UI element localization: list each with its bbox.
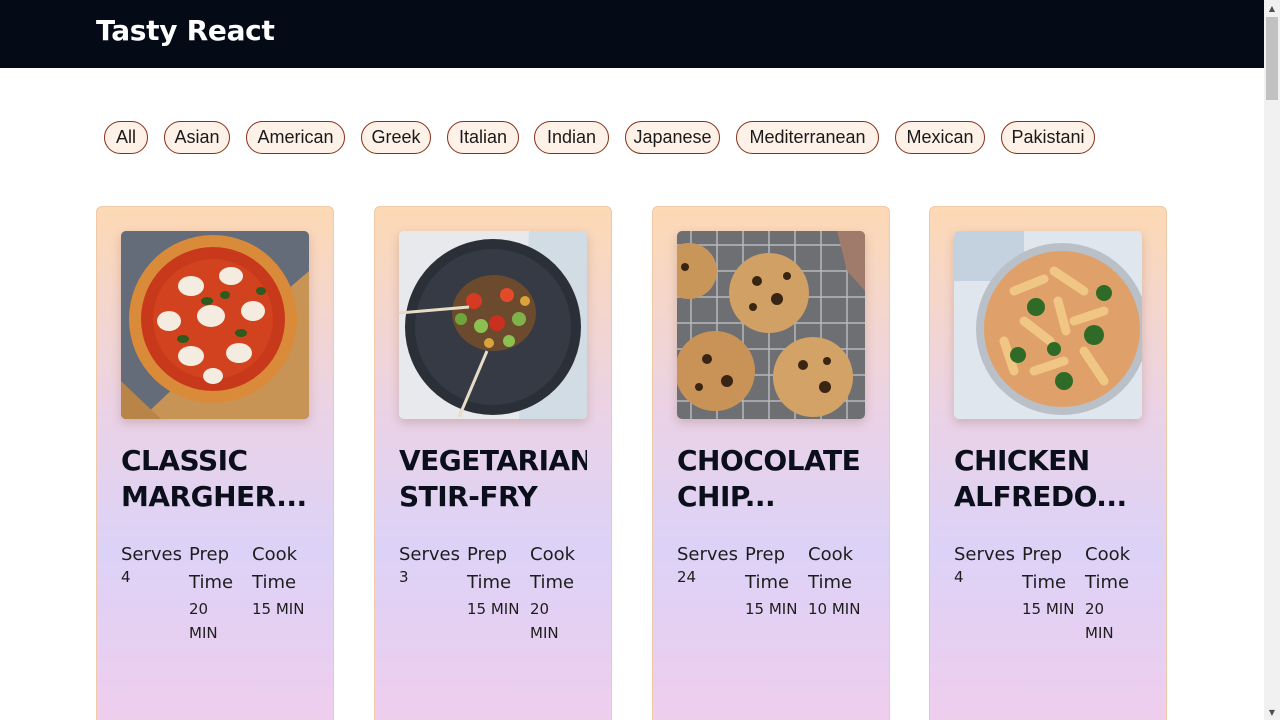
cook-value: 10 MIN	[808, 600, 861, 618]
prep-value: 15 MIN	[467, 600, 520, 618]
filter-chip-indian[interactable]: Indian	[534, 121, 609, 154]
cook-time-info: Cook Time 10 MIN	[808, 541, 860, 621]
cook-label: Time	[530, 572, 575, 593]
serves-info: Serves 24	[677, 541, 738, 589]
brand-title[interactable]: Tasty React	[96, 14, 275, 47]
recipe-card[interactable]: VEGETARIAN STIR-FRY Serves 3 Prep Time 1…	[374, 206, 612, 720]
pizza-image[interactable]	[121, 231, 309, 419]
serves-info: Serves 3	[399, 541, 460, 589]
filter-chip-japanese[interactable]: Japanese	[625, 121, 720, 154]
cook-label: Cook	[808, 544, 854, 565]
prep-label: Time	[1022, 572, 1067, 593]
recipe-title[interactable]: CHICKEN ALFREDO...	[954, 443, 1142, 515]
cook-label: Time	[252, 572, 297, 593]
stir-fry-image[interactable]	[399, 231, 587, 419]
cook-label: Time	[1085, 572, 1130, 593]
filter-chip-italian[interactable]: Italian	[447, 121, 519, 154]
cook-label: Cook	[252, 544, 298, 565]
prep-value: 20	[189, 600, 209, 618]
recipe-card[interactable]: CLASSIC MARGHER... Serves 4 Prep Time 20…	[96, 206, 334, 720]
cook-value: MIN	[530, 624, 559, 642]
serves-info: Serves 4	[954, 541, 1015, 589]
recipe-title-line: VEGETARIAN	[399, 444, 587, 477]
prep-time-info: Prep Time 20 MIN	[189, 541, 233, 645]
recipe-card[interactable]: CHOCOLATE CHIP... Serves 24 Prep Time 15…	[652, 206, 890, 720]
recipe-card[interactable]: CHICKEN ALFREDO... Serves 4 Prep Time 15…	[929, 206, 1167, 720]
prep-label: Time	[189, 572, 234, 593]
prep-label: Prep	[1022, 544, 1063, 565]
prep-value: 15 MIN	[1022, 600, 1075, 618]
recipe-title-line: ALFREDO...	[954, 480, 1127, 513]
cook-value: 20	[1085, 600, 1105, 618]
filter-chip-mediterranean[interactable]: Mediterranean	[736, 121, 879, 154]
filter-chip-mexican[interactable]: Mexican	[895, 121, 985, 154]
filter-chip-american[interactable]: American	[246, 121, 345, 154]
prep-value: MIN	[189, 624, 218, 642]
serves-info: Serves 4	[121, 541, 182, 589]
cook-label: Cook	[530, 544, 576, 565]
scroll-up-icon[interactable]: ▲	[1264, 0, 1280, 16]
recipe-title[interactable]: CHOCOLATE CHIP...	[677, 443, 865, 515]
prep-time-info: Prep Time 15 MIN	[467, 541, 519, 621]
filter-chip-asian[interactable]: Asian	[164, 121, 230, 154]
prep-label: Prep	[467, 544, 508, 565]
cookies-image[interactable]	[677, 231, 865, 419]
recipe-title-line: CLASSIC	[121, 444, 248, 477]
recipe-title[interactable]: CLASSIC MARGHER...	[121, 443, 309, 515]
scroll-down-icon[interactable]: ▼	[1264, 704, 1280, 720]
prep-value: 15 MIN	[745, 600, 798, 618]
cook-time-info: Cook Time 15 MIN	[252, 541, 304, 621]
recipe-title-line: STIR-FRY	[399, 480, 538, 513]
prep-label: Prep	[189, 544, 230, 565]
prep-label: Time	[745, 572, 790, 593]
cook-label: Time	[808, 572, 853, 593]
cook-value: MIN	[1085, 624, 1114, 642]
prep-label: Time	[467, 572, 512, 593]
page-scrollbar[interactable]: ▲ ▼	[1264, 0, 1280, 720]
cook-label: Cook	[1085, 544, 1131, 565]
filter-chip-all[interactable]: All	[104, 121, 148, 154]
prep-label: Prep	[745, 544, 786, 565]
recipe-title[interactable]: VEGETARIAN STIR-FRY	[399, 443, 587, 515]
prep-time-info: Prep Time 15 MIN	[745, 541, 797, 621]
cook-time-info: Cook Time 20 MIN	[1085, 541, 1130, 645]
recipe-title-line: CHICKEN	[954, 444, 1090, 477]
pasta-image[interactable]	[954, 231, 1142, 419]
cook-value: 15 MIN	[252, 600, 305, 618]
recipe-title-line: CHOCOLATE	[677, 444, 861, 477]
cook-value: 20	[530, 600, 550, 618]
filter-chip-pakistani[interactable]: Pakistani	[1001, 121, 1095, 154]
recipe-title-line: MARGHER...	[121, 480, 307, 513]
scroll-thumb[interactable]	[1266, 17, 1278, 100]
prep-time-info: Prep Time 15 MIN	[1022, 541, 1074, 621]
cook-time-info: Cook Time 20 MIN	[530, 541, 575, 645]
app-header: Tasty React	[0, 0, 1264, 68]
recipe-title-line: CHIP...	[677, 480, 776, 513]
filter-chip-greek[interactable]: Greek	[361, 121, 431, 154]
